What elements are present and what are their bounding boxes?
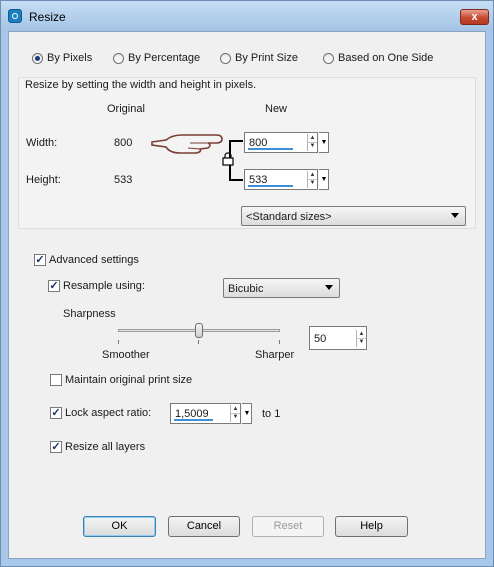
radio-by-percentage-label[interactable]: By Percentage [128,52,200,64]
new-header: New [265,103,288,115]
width-dropdown-arrow-icon: ▼ [320,139,328,146]
slider-tick-right [279,340,280,344]
resample-method-dropdown[interactable]: Bicubic [223,278,340,298]
height-dropdown-arrow-icon: ▼ [320,176,328,183]
to-one-label: to 1 [262,408,281,420]
group-description: Resize by setting the width and height i… [25,79,257,91]
resample-label[interactable]: Resample using: [63,280,145,292]
width-spin-down-icon[interactable]: ▼ [308,142,317,150]
radio-by-print-size[interactable] [220,53,231,64]
radio-based-on-one-side-label[interactable]: Based on One Side [338,52,433,64]
height-spin-down-icon[interactable]: ▼ [308,179,317,187]
slider-tick-mid [198,340,199,344]
sharpness-label: Sharpness [63,308,116,320]
sharpness-spin-down-icon[interactable]: ▼ [357,338,366,346]
aspect-ratio-input[interactable]: 1,5009 ▲ ▼ [170,403,241,424]
pixel-settings-group: Resize by setting the width and height i… [18,77,476,229]
resize-all-layers-checkbox[interactable]: ✓ [50,441,62,453]
radio-by-pixels[interactable] [32,53,43,64]
lock-icon[interactable] [222,152,234,166]
aspect-ratio-spinner[interactable]: ▲ ▼ [230,405,240,422]
advanced-settings-label[interactable]: Advanced settings [49,254,139,266]
standard-sizes-arrow-icon [451,213,459,218]
height-input[interactable]: 533 ▲ ▼ [244,169,318,190]
title-bar[interactable]: Resize x [1,1,493,31]
sharper-label: Sharper [255,349,295,361]
lock-aspect-ratio-checkbox[interactable]: ✓ [50,407,62,419]
width-spinner[interactable]: ▲ ▼ [307,134,317,151]
sharpness-spinner[interactable]: ▲ ▼ [356,330,366,347]
resize-all-layers-label[interactable]: Resize all layers [65,441,145,453]
reset-button[interactable]: Reset [252,516,324,537]
slider-tick-left [118,340,119,344]
maintain-print-size-checkbox[interactable] [50,374,62,386]
sharpness-slider-thumb[interactable] [195,323,203,338]
aspect-ratio-underline [174,419,213,421]
smoother-label: Smoother [102,349,150,361]
height-dropdown-button[interactable]: ▼ [319,169,329,190]
radio-by-percentage[interactable] [113,53,124,64]
lock-aspect-ratio-label[interactable]: Lock aspect ratio: [65,407,151,419]
width-original-value: 800 [114,137,133,149]
help-button[interactable]: Help [335,516,408,537]
width-label: Width: [26,137,58,149]
cancel-button[interactable]: Cancel [168,516,240,537]
sharpness-value: 50 [314,333,327,345]
standard-sizes-dropdown[interactable]: <Standard sizes> [241,206,466,226]
advanced-settings-checkbox[interactable]: ✓ [34,254,46,266]
app-icon [8,9,22,23]
window-title: Resize [29,10,66,24]
resample-method-value: Bicubic [228,283,264,295]
width-input-underline [248,148,293,150]
radio-by-pixels-label[interactable]: By Pixels [47,52,92,64]
resize-dialog-window: Resize x By Pixels By Percentage By Prin… [0,0,494,567]
width-dropdown-button[interactable]: ▼ [319,132,329,153]
resample-checkbox[interactable]: ✓ [48,280,60,292]
standard-sizes-value: <Standard sizes> [246,211,332,223]
width-input[interactable]: 800 ▲ ▼ [244,132,318,153]
aspect-spin-down-icon[interactable]: ▼ [231,413,240,421]
radio-by-print-size-label[interactable]: By Print Size [235,52,298,64]
dialog-client-area: By Pixels By Percentage By Print Size Ba… [8,31,486,559]
maintain-print-size-label[interactable]: Maintain original print size [65,374,192,386]
sharpness-value-input[interactable]: 50 ▲ ▼ [309,326,367,350]
aspect-dropdown-arrow-icon: ▼ [243,410,251,417]
height-original-value: 533 [114,174,133,186]
resample-method-arrow-icon [325,285,333,290]
original-header: Original [107,103,145,115]
height-input-underline [248,185,293,187]
height-label: Height: [26,174,61,186]
aspect-ratio-dropdown-button[interactable]: ▼ [242,403,252,424]
height-spinner[interactable]: ▲ ▼ [307,171,317,188]
close-button[interactable]: x [460,9,489,25]
ok-button[interactable]: OK [83,516,156,537]
radio-based-on-one-side[interactable] [323,53,334,64]
